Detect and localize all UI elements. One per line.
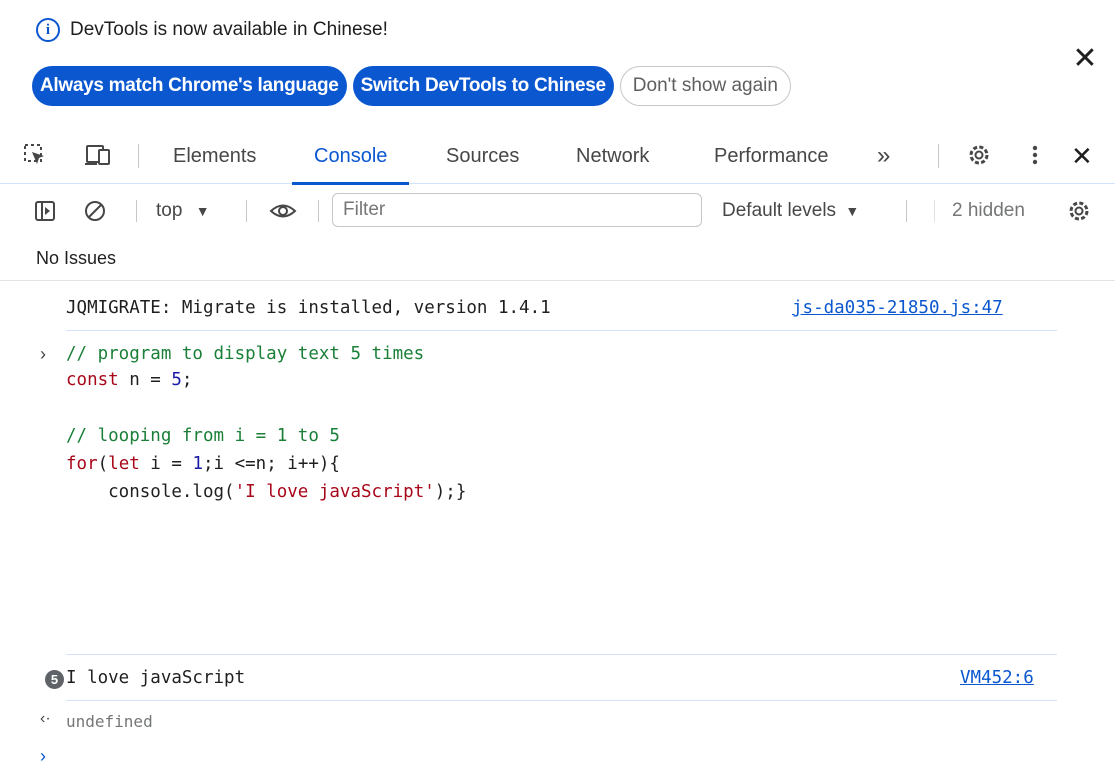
message-divider [66, 330, 1057, 331]
code-line-6: console.log('I love javaScript');} [66, 482, 467, 502]
inspect-element-icon[interactable] [20, 140, 50, 170]
infobar-message-line: i DevTools is now available in Chinese! [36, 18, 388, 42]
more-options-icon[interactable] [1020, 140, 1050, 170]
clear-console-icon[interactable] [80, 196, 110, 226]
message-divider [66, 654, 1057, 655]
log-levels-label: Default levels [722, 200, 837, 221]
tab-network[interactable]: Network [576, 128, 649, 184]
issues-divider [0, 280, 1115, 281]
log-output-message: I love javaScript [66, 668, 246, 688]
tab-console[interactable]: Console [291, 128, 410, 185]
dropdown-arrow-icon: ▼ [195, 203, 210, 219]
levels-dropdown-arrow-icon: ▼ [845, 203, 860, 219]
hidden-count[interactable]: 2 hidden [952, 186, 1025, 236]
infobar-message: DevTools is now available in Chinese! [70, 19, 388, 40]
toolbar-divider [906, 200, 907, 222]
devtools-tabbar: Elements Console Sources Network Perform… [0, 128, 1115, 185]
close-devtools-icon[interactable]: ✕ [1071, 128, 1093, 184]
infobar-close-icon[interactable]: ✕ [1070, 44, 1100, 74]
code-line-1: // program to display text 5 times [66, 344, 425, 364]
repeat-count-badge: 5 [45, 670, 64, 689]
filter-input[interactable]: Filter [332, 193, 702, 227]
console-toolbar: top ▼ Filter Default levels ▼ 2 hidden [0, 186, 1115, 236]
toolbar-divider [246, 200, 247, 222]
more-tabs-icon[interactable]: » [877, 128, 890, 184]
context-selector[interactable]: top ▼ [156, 186, 210, 236]
always-match-language-button[interactable]: Always match Chrome's language [32, 66, 347, 106]
tab-sources[interactable]: Sources [446, 128, 519, 184]
sidebar-toggle-icon[interactable] [30, 196, 60, 226]
tabbar-divider [138, 144, 139, 168]
issues-status[interactable]: No Issues [36, 236, 116, 280]
dont-show-again-button[interactable]: Don't show again [619, 66, 791, 106]
code-line-4: // looping from i = 1 to 5 [66, 426, 340, 446]
settings-gear-icon[interactable] [964, 140, 994, 170]
console-input-prompt[interactable]: › [40, 746, 46, 767]
live-expression-eye-icon[interactable] [268, 196, 298, 226]
log-source-link[interactable]: VM452:6 [960, 668, 1034, 688]
tabbar-divider-right [938, 144, 939, 168]
toolbar-divider [318, 200, 319, 222]
input-prompt-icon: › [40, 344, 46, 364]
code-line-2: const n = 5; [66, 370, 193, 390]
message-divider [66, 700, 1057, 701]
language-infobar: i DevTools is now available in Chinese! … [0, 0, 1115, 122]
console-settings-gear-icon[interactable] [1064, 196, 1094, 226]
info-icon: i [36, 18, 60, 42]
migrate-log-message: JQMIGRATE: Migrate is installed, version… [66, 298, 551, 318]
result-arrow-icon: ‹· [40, 710, 51, 727]
tab-performance[interactable]: Performance [714, 128, 829, 184]
migrate-source-link[interactable]: js-da035-21850.js:47 [792, 298, 1003, 318]
device-toolbar-icon[interactable] [84, 140, 114, 170]
infobar-buttons: Always match Chrome's language Switch De… [32, 66, 791, 106]
tab-elements[interactable]: Elements [173, 128, 256, 184]
result-value: undefined [66, 712, 153, 731]
context-value: top [156, 200, 183, 221]
switch-to-chinese-button[interactable]: Switch DevTools to Chinese [352, 66, 614, 106]
toolbar-divider [136, 200, 137, 222]
log-levels-dropdown[interactable]: Default levels ▼ [722, 186, 859, 236]
toolbar-divider [934, 200, 935, 222]
code-line-5: for(let i = 1;i <=n; i++){ [66, 454, 340, 474]
